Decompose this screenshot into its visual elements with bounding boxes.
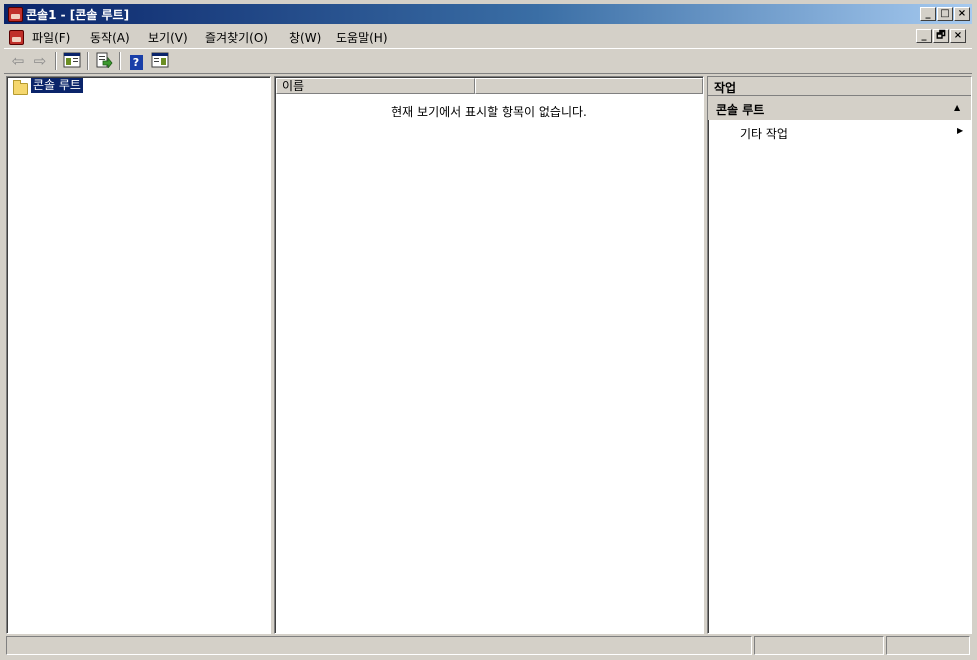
console-tree-pane[interactable]: 콘솔 루트 [6,76,271,634]
menu-bar: 파일(F) 동작(A) 보기(V) 즐겨찾기(O) 창(W) 도움말(H) _ … [4,26,972,48]
action-pane-header: 작업 [708,77,971,96]
column-header-empty[interactable] [475,78,703,94]
show-hide-action-pane-icon[interactable] [150,52,170,70]
collapse-arrow-icon[interactable]: ▲ [954,103,960,112]
status-bar [4,634,972,656]
empty-view-message: 현재 보기에서 표시할 항목이 없습니다. [391,105,587,119]
help-icon[interactable]: ? [126,52,146,70]
status-panel-3 [886,636,970,655]
export-list-icon[interactable] [94,52,114,70]
help-glyph: ? [129,55,143,70]
action-pane: 작업 콘솔 루트 ▲ 기타 작업 ▶ [707,76,972,634]
child-restore-button[interactable]: 🗗 [933,29,949,43]
submenu-arrow-icon: ▶ [957,126,964,135]
menu-file[interactable]: 파일(F) [30,29,72,46]
tree-item-console-root[interactable]: 콘솔 루트 [31,78,83,93]
column-header-name[interactable]: 이름 [276,78,475,94]
result-pane[interactable]: 이름 현재 보기에서 표시할 항목이 없습니다. [274,76,704,634]
forward-icon[interactable]: ⇨ [30,52,50,70]
title-bar[interactable]: 콘솔1 - [콘솔 루트] _ □ × [4,4,972,24]
child-minimize-button[interactable]: _ [916,29,932,43]
child-window-icon[interactable] [9,30,24,45]
action-item-more-actions[interactable]: 기타 작업 ▶ [708,122,971,142]
toolbar-separator [55,52,57,70]
status-panel-2 [754,636,884,655]
window-title: 콘솔1 - [콘솔 루트] [26,8,130,22]
minimize-button[interactable]: _ [920,7,936,21]
child-close-button[interactable]: × [950,29,966,43]
status-panel-main [6,636,752,655]
close-button[interactable]: × [954,7,970,21]
maximize-button[interactable]: □ [937,7,953,21]
back-icon[interactable]: ⇦ [8,52,28,70]
action-pane-title: 작업 [714,81,737,95]
show-hide-tree-icon[interactable] [62,52,82,70]
menu-window[interactable]: 창(W) [287,29,323,46]
menu-favorites[interactable]: 즐겨찾기(O) [203,29,270,46]
toolbar: ⇦ ⇨ ? [4,48,972,74]
mmc-app-icon[interactable] [8,7,23,22]
action-section-console-root[interactable]: 콘솔 루트 ▲ [708,96,971,120]
menu-action[interactable]: 동작(A) [88,29,132,46]
toolbar-separator [119,52,121,70]
toolbar-separator [87,52,89,70]
action-section-title: 콘솔 루트 [716,103,765,117]
menu-view[interactable]: 보기(V) [146,29,190,46]
menu-help[interactable]: 도움말(H) [334,29,390,46]
action-item-label: 기타 작업 [740,127,788,141]
folder-icon [13,80,28,95]
